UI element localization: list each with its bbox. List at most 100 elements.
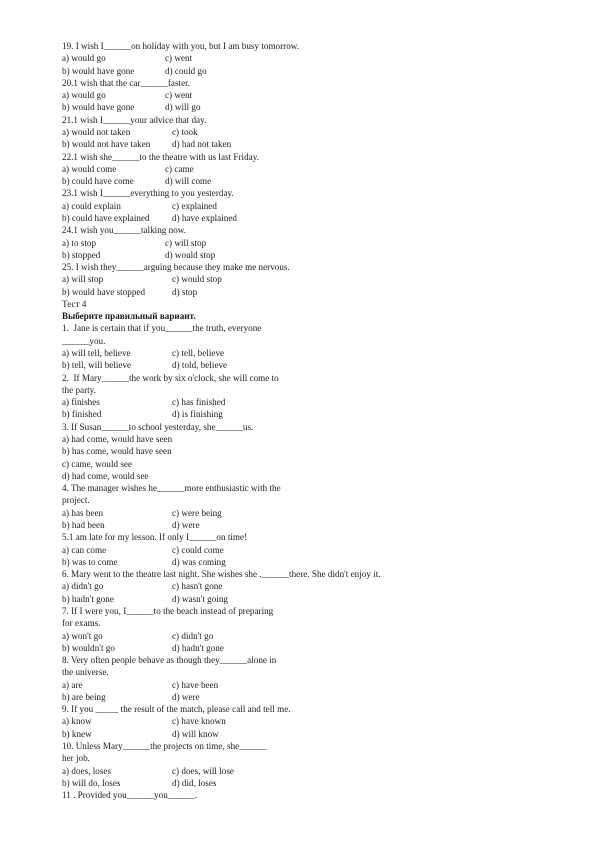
question-text: 8. Very often people behave as though th… <box>62 655 277 666</box>
option-d[interactable]: d) is finishing <box>172 408 532 420</box>
option-c[interactable]: c) tell, believe <box>172 347 532 359</box>
question-text: 24.1 wish you______talking now. <box>62 225 187 236</box>
option-c[interactable]: c) could come <box>172 544 532 556</box>
option-a[interactable]: a) would not taken <box>62 126 172 138</box>
option-a[interactable]: a) are <box>62 679 172 691</box>
question-block: 5.1 am late for my lesson. If only I____… <box>62 531 532 568</box>
option-b[interactable]: b) tell, will believe <box>62 359 172 371</box>
option-c[interactable]: c) have known <box>172 715 532 727</box>
question-block: 23.1 wish I______everything to you yeste… <box>62 187 532 224</box>
question-text: 22.1 wish she______to the theatre with u… <box>62 151 259 162</box>
option-d[interactable]: d) were <box>172 691 532 703</box>
option-c[interactable]: c) came, would see <box>62 458 532 470</box>
question-text: 1. Jane is certain that if you______the … <box>62 323 262 334</box>
option-d[interactable]: d) told, believe <box>172 359 532 371</box>
question-block: 21.1 wish I______your advice that day. a… <box>62 114 532 151</box>
question-block: 10. Unless Mary______the projects on tim… <box>62 740 532 789</box>
option-c[interactable]: c) were being <box>172 507 532 519</box>
option-c[interactable]: c) would stop <box>172 273 532 285</box>
option-c[interactable]: c) explained <box>172 200 532 212</box>
question-text: 2. If Mary______the work by six o'clock,… <box>62 372 279 383</box>
option-c[interactable]: c) took <box>172 126 532 138</box>
option-row: a) will tell, believe c) tell, believe <box>62 347 532 359</box>
option-d[interactable]: d) hadn't gone <box>172 642 532 654</box>
option-c[interactable]: c) does, will lose <box>172 765 532 777</box>
option-d[interactable]: d) stop <box>172 286 532 298</box>
option-d[interactable]: d) have explained <box>172 212 532 224</box>
question-block: 8. Very often people behave as though th… <box>62 654 532 703</box>
option-c[interactable]: c) went <box>165 52 532 64</box>
option-b[interactable]: b) was to come <box>62 556 172 568</box>
document-text-body: 19. I wish I______on holiday with you, b… <box>62 40 532 801</box>
option-a[interactable]: a) didn't go <box>62 580 172 592</box>
question-text-cont: project. <box>62 495 90 506</box>
question-text: 4. The manager wishes he______more enthu… <box>62 483 281 494</box>
option-d[interactable]: d) wasn't going <box>172 593 532 605</box>
option-d[interactable]: d) was coming <box>172 556 532 568</box>
option-d[interactable]: d) will know <box>172 728 532 740</box>
option-c[interactable]: c) hasn't gone <box>172 580 532 592</box>
option-a[interactable]: a) can come <box>62 544 172 556</box>
option-a[interactable]: a) know <box>62 715 172 727</box>
option-row: b) had been d) were <box>62 519 532 531</box>
question-block: 7. If I were you, I______to the beach in… <box>62 605 532 654</box>
option-a[interactable]: a) will tell, believe <box>62 347 172 359</box>
option-c[interactable]: c) went <box>165 89 532 101</box>
option-b[interactable]: b) will do, loses <box>62 777 172 789</box>
option-row: a) won't go c) didn't go <box>62 630 532 642</box>
option-a[interactable]: a) would come <box>62 163 165 175</box>
option-a[interactable]: a) would go <box>62 52 165 64</box>
option-d[interactable]: d) would stop <box>165 249 532 261</box>
option-a[interactable]: a) will stop <box>62 273 172 285</box>
option-d[interactable]: d) did, loses <box>172 777 532 789</box>
option-c[interactable]: c) have been <box>172 679 532 691</box>
option-row: a) would not taken c) took <box>62 126 532 138</box>
option-b[interactable]: b) had been <box>62 519 172 531</box>
option-d[interactable]: d) had not taken <box>172 138 532 150</box>
option-b[interactable]: b) finished <box>62 408 172 420</box>
option-d[interactable]: d) were <box>172 519 532 531</box>
option-b[interactable]: b) could have come <box>62 175 165 187</box>
option-a[interactable]: a) finishes <box>62 396 172 408</box>
question-block: 1. Jane is certain that if you______the … <box>62 322 532 371</box>
option-row: b) would have gone d) could go <box>62 65 532 77</box>
option-a[interactable]: a) does, loses <box>62 765 172 777</box>
option-b[interactable]: b) stopped <box>62 249 165 261</box>
option-row: b) would not have taken d) had not taken <box>62 138 532 150</box>
option-d[interactable]: d) will go <box>165 101 532 113</box>
question-text: 9. If you _____ the result of the match,… <box>62 704 291 715</box>
question-text: 7. If I were you, I______to the beach in… <box>62 605 274 616</box>
option-d[interactable]: d) had come, would see <box>62 470 532 482</box>
option-row: a) would go c) went <box>62 89 532 101</box>
option-c[interactable]: c) didn't go <box>172 630 532 642</box>
option-c[interactable]: c) has finished <box>172 396 532 408</box>
option-b[interactable]: b) would not have taken <box>62 138 172 150</box>
section-instruction: Выберите правильный вариант. <box>62 311 196 322</box>
question-text-cont: her job. <box>62 753 90 764</box>
option-b[interactable]: b) hadn't gone <box>62 593 172 605</box>
option-row: a) has been c) were being <box>62 507 532 519</box>
option-b[interactable]: b) has come, would have seen <box>62 445 532 457</box>
option-row: b) hadn't gone d) wasn't going <box>62 593 532 605</box>
option-b[interactable]: b) would have stopped <box>62 286 172 298</box>
option-b[interactable]: b) knew <box>62 728 172 740</box>
option-d[interactable]: d) could go <box>165 65 532 77</box>
option-b[interactable]: b) would have gone <box>62 101 165 113</box>
option-row: b) finished d) is finishing <box>62 408 532 420</box>
option-b[interactable]: b) are being <box>62 691 172 703</box>
option-a[interactable]: a) could explain <box>62 200 172 212</box>
option-a[interactable]: a) won't go <box>62 630 172 642</box>
option-b[interactable]: b) wouldn't go <box>62 642 172 654</box>
question-text-cont: for exams. <box>62 618 101 629</box>
option-b[interactable]: b) could have explained <box>62 212 172 224</box>
option-a[interactable]: a) had come, would have seen <box>62 433 532 445</box>
option-d[interactable]: d) will come <box>165 175 532 187</box>
option-row: a) finishes c) has finished <box>62 396 532 408</box>
question-text: 5.1 am late for my lesson. If only I____… <box>62 532 248 543</box>
option-c[interactable]: c) will stop <box>165 237 532 249</box>
option-a[interactable]: a) to stop <box>62 237 165 249</box>
option-a[interactable]: a) would go <box>62 89 165 101</box>
option-a[interactable]: a) has been <box>62 507 172 519</box>
option-c[interactable]: c) came <box>165 163 532 175</box>
option-b[interactable]: b) would have gone <box>62 65 165 77</box>
